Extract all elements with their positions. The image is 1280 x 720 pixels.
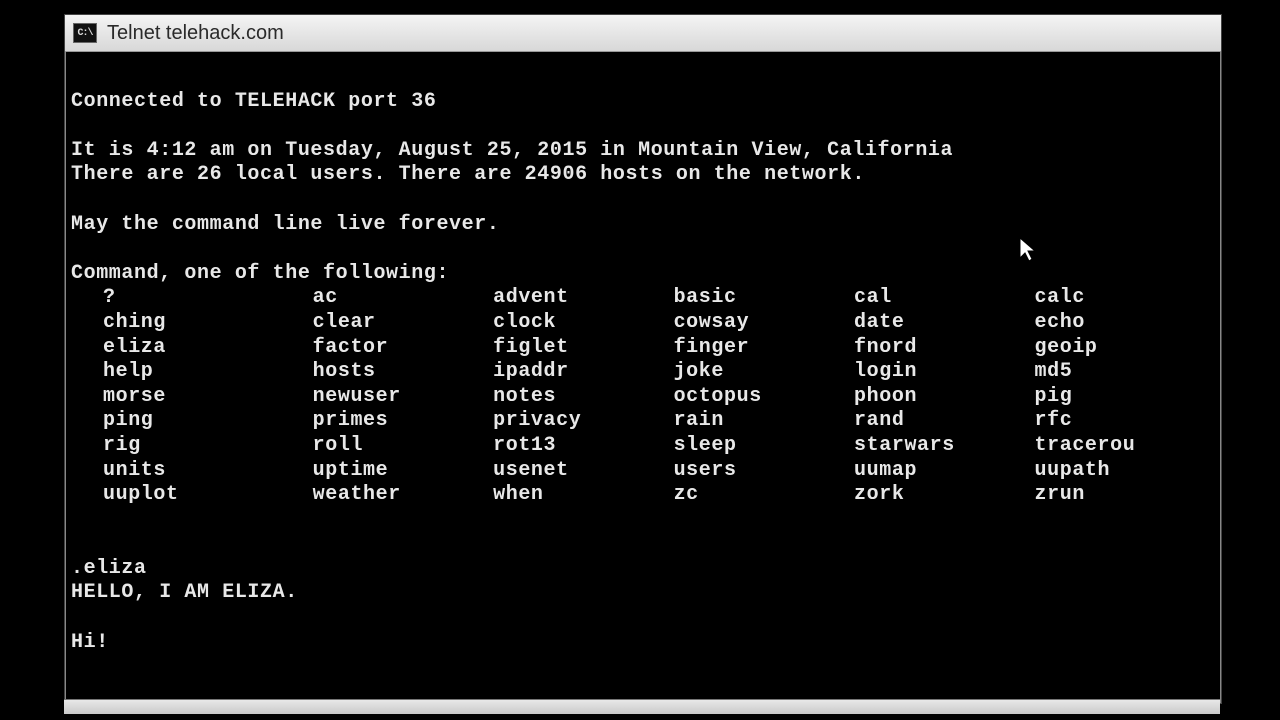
command-item: notes <box>493 385 673 410</box>
command-item: pig <box>1035 385 1215 410</box>
command-row: uuplotweatherwhenzczorkzrun <box>71 483 1215 508</box>
window-bottom-frame <box>64 699 1220 714</box>
command-item: calc <box>1035 286 1215 311</box>
command-item: help <box>71 360 313 385</box>
command-row: unitsuptimeusenetusersuumapuupath <box>71 459 1215 484</box>
command-item: weather <box>313 483 493 508</box>
command-item: cal <box>854 286 1034 311</box>
command-item: joke <box>674 360 854 385</box>
user-input-line: Hi! <box>71 631 109 654</box>
command-item: hosts <box>313 360 493 385</box>
command-item: clock <box>493 311 673 336</box>
command-item: primes <box>313 409 493 434</box>
command-item: rand <box>854 409 1034 434</box>
command-item: fnord <box>854 336 1034 361</box>
command-row: helphostsipaddrjokeloginmd5 <box>71 360 1215 385</box>
command-row: pingprimesprivacyrainrandrfc <box>71 409 1215 434</box>
command-item: morse <box>71 385 313 410</box>
command-item: figlet <box>493 336 673 361</box>
window-titlebar[interactable]: C:\ Telnet telehack.com <box>65 15 1221 52</box>
command-row: morsenewusernotesoctopusphoonpig <box>71 385 1215 410</box>
command-item: privacy <box>493 409 673 434</box>
command-item: roll <box>313 434 493 459</box>
command-item: basic <box>674 286 854 311</box>
command-item: cowsay <box>674 311 854 336</box>
users-line: There are 26 local users. There are 2490… <box>71 163 865 186</box>
command-item: users <box>674 459 854 484</box>
user-command-line: .eliza <box>71 557 147 580</box>
command-row: rigrollrot13sleepstarwarstracerou <box>71 434 1215 459</box>
command-item: newuser <box>313 385 493 410</box>
command-prompt-line: Command, one of the following: <box>71 262 449 285</box>
datetime-line: It is 4:12 am on Tuesday, August 25, 201… <box>71 139 953 162</box>
connected-line: Connected to TELEHACK port 36 <box>71 90 436 113</box>
command-item: ? <box>71 286 313 311</box>
command-item: phoon <box>854 385 1034 410</box>
command-item: sleep <box>674 434 854 459</box>
terminal-output[interactable]: Connected to TELEHACK port 36 It is 4:12… <box>67 53 1219 701</box>
command-item: advent <box>493 286 673 311</box>
command-item: zork <box>854 483 1034 508</box>
command-item: zc <box>674 483 854 508</box>
cmd-icon: C:\ <box>73 23 97 43</box>
command-item: echo <box>1035 311 1215 336</box>
command-row: ?acadventbasiccalcalc <box>71 286 1215 311</box>
command-item: finger <box>674 336 854 361</box>
motto-line: May the command line live forever. <box>71 213 499 236</box>
command-item: md5 <box>1035 360 1215 385</box>
eliza-greeting-line: HELLO, I AM ELIZA. <box>71 581 298 604</box>
command-item: usenet <box>493 459 673 484</box>
command-item: clear <box>313 311 493 336</box>
cmd-icon-label: C:\ <box>77 28 92 39</box>
command-item: ac <box>313 286 493 311</box>
command-item: tracerou <box>1035 434 1215 459</box>
command-item: rig <box>71 434 313 459</box>
command-item: rain <box>674 409 854 434</box>
command-item: uptime <box>313 459 493 484</box>
command-item: factor <box>313 336 493 361</box>
command-item: uupath <box>1035 459 1215 484</box>
command-item: ching <box>71 311 313 336</box>
command-row: elizafactorfigletfingerfnordgeoip <box>71 336 1215 361</box>
command-item: date <box>854 311 1034 336</box>
command-item: eliza <box>71 336 313 361</box>
command-item: uumap <box>854 459 1034 484</box>
command-item: uuplot <box>71 483 313 508</box>
command-item: units <box>71 459 313 484</box>
window-title: Telnet telehack.com <box>107 22 284 45</box>
command-item: when <box>493 483 673 508</box>
command-list: ?acadventbasiccalcalcchingclearclockcows… <box>71 286 1215 507</box>
telnet-window: C:\ Telnet telehack.com Connected to TEL… <box>64 14 1222 704</box>
command-item: rot13 <box>493 434 673 459</box>
command-item: rfc <box>1035 409 1215 434</box>
command-item: ipaddr <box>493 360 673 385</box>
command-item: login <box>854 360 1034 385</box>
command-item: ping <box>71 409 313 434</box>
command-row: chingclearclockcowsaydateecho <box>71 311 1215 336</box>
command-item: starwars <box>854 434 1034 459</box>
command-item: geoip <box>1035 336 1215 361</box>
command-item: octopus <box>674 385 854 410</box>
command-item: zrun <box>1035 483 1215 508</box>
